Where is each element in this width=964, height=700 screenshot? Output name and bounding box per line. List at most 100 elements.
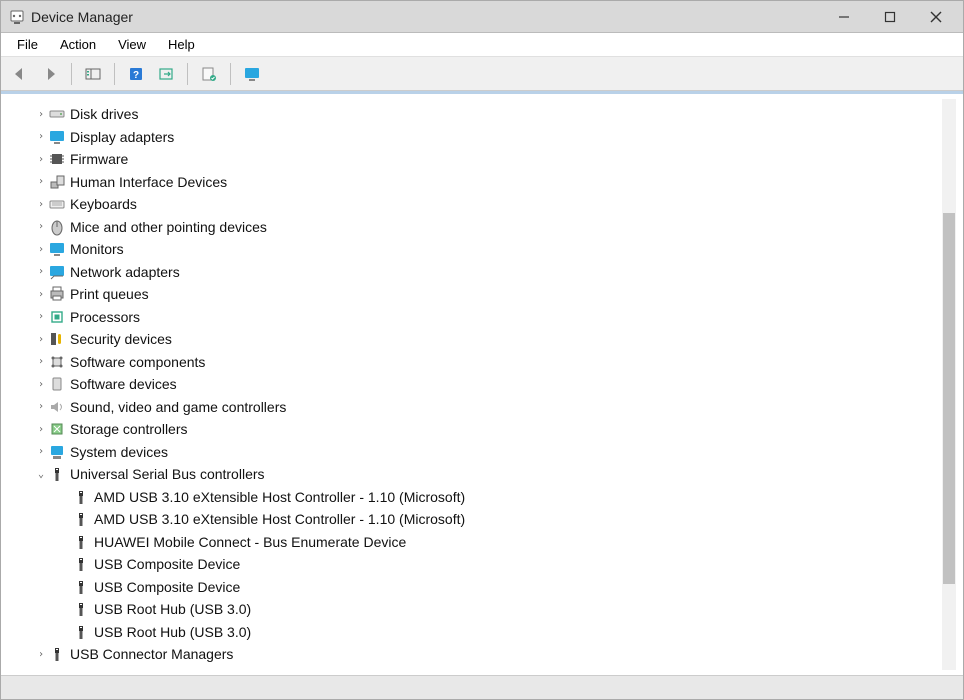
chevron-right-icon[interactable]: › — [34, 446, 48, 457]
tree-node-usb-child[interactable]: HUAWEI Mobile Connect - Bus Enumerate De… — [10, 531, 948, 554]
close-button[interactable] — [913, 2, 959, 32]
tree-label: Print queues — [70, 286, 149, 302]
toolbar-separator — [71, 63, 72, 85]
chevron-right-icon[interactable]: › — [34, 109, 48, 120]
keyboard-icon — [48, 195, 66, 213]
tree-node-software-components[interactable]: › Software components — [10, 351, 948, 374]
chevron-right-icon[interactable]: › — [34, 311, 48, 322]
vertical-scrollbar[interactable] — [942, 99, 956, 670]
tree-label: Firmware — [70, 151, 128, 167]
tree-scroll[interactable]: › Disk drives › Display adapters › Firmw… — [5, 98, 957, 671]
usb-icon — [72, 555, 90, 573]
maximize-button[interactable] — [867, 2, 913, 32]
tree-node-processors[interactable]: › Processors — [10, 306, 948, 329]
tree-node-display-adapters[interactable]: › Display adapters — [10, 126, 948, 149]
minimize-button[interactable] — [821, 2, 867, 32]
tree-label: Disk drives — [70, 106, 138, 122]
processor-icon — [48, 308, 66, 326]
action-button[interactable] — [153, 61, 179, 87]
usb-icon — [72, 600, 90, 618]
tree-node-software-devices[interactable]: › Software devices — [10, 373, 948, 396]
tree-label: USB Composite Device — [94, 579, 240, 595]
tree-node-usb-child[interactable]: USB Composite Device — [10, 576, 948, 599]
chevron-right-icon[interactable]: › — [34, 379, 48, 390]
chevron-right-icon[interactable]: › — [34, 199, 48, 210]
tree-label: Software components — [70, 354, 205, 370]
tree-label: AMD USB 3.10 eXtensible Host Controller … — [94, 511, 465, 527]
chevron-right-icon[interactable]: › — [34, 154, 48, 165]
menu-file[interactable]: File — [7, 34, 48, 55]
chevron-right-icon[interactable]: › — [34, 244, 48, 255]
tree-label: Network adapters — [70, 264, 180, 280]
chevron-down-icon[interactable]: ⌄ — [34, 469, 48, 480]
scan-hardware-button[interactable] — [196, 61, 222, 87]
tree-label: USB Root Hub (USB 3.0) — [94, 601, 251, 617]
tree-label: Keyboards — [70, 196, 137, 212]
tree-node-storage-controllers[interactable]: › Storage controllers — [10, 418, 948, 441]
forward-button[interactable] — [37, 61, 63, 87]
chevron-right-icon[interactable]: › — [34, 424, 48, 435]
chevron-right-icon[interactable]: › — [34, 334, 48, 345]
tree-node-disk-drives[interactable]: › Disk drives — [10, 103, 948, 126]
tree-node-keyboards[interactable]: › Keyboards — [10, 193, 948, 216]
tree-node-usb-child[interactable]: AMD USB 3.10 eXtensible Host Controller … — [10, 486, 948, 509]
tree-label: Sound, video and game controllers — [70, 399, 286, 415]
content-area: › Disk drives › Display adapters › Firmw… — [1, 91, 963, 675]
tree-label: Display adapters — [70, 129, 174, 145]
tree-node-security[interactable]: › Security devices — [10, 328, 948, 351]
title-bar: Device Manager — [1, 1, 963, 33]
back-button[interactable] — [7, 61, 33, 87]
hid-icon — [48, 173, 66, 191]
chevron-right-icon[interactable]: › — [34, 131, 48, 142]
system-devices-icon — [48, 443, 66, 461]
monitor-button[interactable] — [239, 61, 265, 87]
svg-text:?: ? — [133, 70, 139, 81]
tree-node-hid[interactable]: › Human Interface Devices — [10, 171, 948, 194]
network-icon — [48, 263, 66, 281]
tree-label: Mice and other pointing devices — [70, 219, 267, 235]
tree-node-usb-connector-managers[interactable]: › USB Connector Managers — [10, 643, 948, 666]
scrollbar-thumb[interactable] — [943, 213, 955, 584]
tree-node-usb-controllers[interactable]: ⌄ Universal Serial Bus controllers — [10, 463, 948, 486]
toolbar: ? — [1, 57, 963, 91]
chevron-right-icon[interactable]: › — [34, 356, 48, 367]
tree-node-usb-child[interactable]: USB Root Hub (USB 3.0) — [10, 598, 948, 621]
chevron-right-icon[interactable]: › — [34, 289, 48, 300]
chevron-right-icon[interactable]: › — [34, 266, 48, 277]
tree-node-firmware[interactable]: › Firmware — [10, 148, 948, 171]
usb-icon — [48, 465, 66, 483]
tree-node-monitors[interactable]: › Monitors — [10, 238, 948, 261]
tree-node-sound[interactable]: › Sound, video and game controllers — [10, 396, 948, 419]
toolbar-separator — [114, 63, 115, 85]
menu-help[interactable]: Help — [158, 34, 205, 55]
tree-node-usb-child[interactable]: USB Composite Device — [10, 553, 948, 576]
usb-icon — [72, 510, 90, 528]
display-adapter-icon — [48, 128, 66, 146]
tree-node-mice[interactable]: › Mice and other pointing devices — [10, 216, 948, 239]
mouse-icon — [48, 218, 66, 236]
chevron-right-icon[interactable]: › — [34, 649, 48, 660]
firmware-icon — [48, 150, 66, 168]
menu-view[interactable]: View — [108, 34, 156, 55]
help-button[interactable]: ? — [123, 61, 149, 87]
tree-node-system-devices[interactable]: › System devices — [10, 441, 948, 464]
menu-bar: File Action View Help — [1, 33, 963, 57]
chevron-right-icon[interactable]: › — [34, 221, 48, 232]
tree-label: Universal Serial Bus controllers — [70, 466, 265, 482]
chevron-right-icon[interactable]: › — [34, 401, 48, 412]
usb-icon — [72, 623, 90, 641]
tree-node-usb-child[interactable]: AMD USB 3.10 eXtensible Host Controller … — [10, 508, 948, 531]
usb-icon — [72, 533, 90, 551]
disk-drive-icon — [48, 105, 66, 123]
storage-controller-icon — [48, 420, 66, 438]
menu-action[interactable]: Action — [50, 34, 106, 55]
tree-node-network[interactable]: › Network adapters — [10, 261, 948, 284]
tree-node-usb-child[interactable]: USB Root Hub (USB 3.0) — [10, 621, 948, 644]
monitor-icon — [48, 240, 66, 258]
chevron-right-icon[interactable]: › — [34, 176, 48, 187]
toolbar-separator — [230, 63, 231, 85]
usb-icon — [72, 578, 90, 596]
show-hide-console-tree-button[interactable] — [80, 61, 106, 87]
tree-node-print-queues[interactable]: › Print queues — [10, 283, 948, 306]
tree-label: Human Interface Devices — [70, 174, 227, 190]
